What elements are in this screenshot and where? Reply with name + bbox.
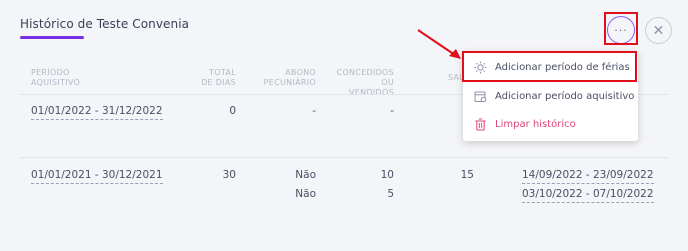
row-divider	[20, 157, 668, 158]
page-title: Histórico de Teste Convenia	[20, 17, 190, 31]
row1-abono: -	[312, 105, 316, 117]
history-panel: Histórico de Teste Convenia PERÍODO AQUI…	[0, 0, 688, 251]
row2-abono-1: Não	[295, 169, 316, 181]
row2-concedidos-2: 5	[387, 188, 394, 200]
menu-item-label: Limpar histórico	[495, 118, 576, 130]
menu-item-clear-history[interactable]: Limpar histórico	[463, 110, 638, 138]
annotation-highlight-menu-item	[462, 51, 637, 82]
row2-abono-2: Não	[295, 188, 316, 200]
annotation-highlight-more	[604, 12, 638, 45]
header-periodo-line1: PERÍODO	[31, 68, 70, 77]
menu-item-add-acquisition[interactable]: Adicionar período aquisitivo	[463, 82, 638, 110]
header-periodo-line2: AQUISITIVO	[31, 78, 81, 87]
calendar-icon	[473, 89, 487, 103]
row2-concedidos-1: 10	[380, 169, 394, 181]
row1-total: 0	[229, 105, 236, 117]
row2-saldo: 15	[460, 169, 474, 181]
row2-ferias-1-link[interactable]: 14/09/2022 - 23/09/2022	[522, 169, 654, 184]
title-underline	[20, 36, 84, 39]
header-abono-line2: PECUNIÁRIO	[263, 78, 316, 87]
trash-icon	[473, 117, 487, 131]
row2-periodo[interactable]: 01/01/2021 - 30/12/2021	[31, 169, 163, 184]
header-abono-line1: ABONO	[285, 68, 316, 77]
header-total-line1: TOTAL	[209, 68, 236, 77]
row2-periodo-link[interactable]: 01/01/2021 - 30/12/2021	[31, 169, 163, 184]
row2-ferias-2-link[interactable]: 03/10/2022 - 07/10/2022	[522, 188, 654, 203]
header-total-line2: DE DIAS	[201, 78, 236, 87]
row1-periodo[interactable]: 01/01/2022 - 31/12/2022	[31, 105, 163, 120]
menu-item-label: Adicionar período aquisitivo	[495, 90, 635, 102]
annotation-arrow-icon	[417, 29, 461, 59]
header-concedidos-line1: CONCEDIDOS OU	[336, 68, 394, 87]
row1-concedidos: -	[390, 105, 394, 117]
row2-ferias-1[interactable]: 14/09/2022 - 23/09/2022	[522, 169, 654, 184]
header-abono: ABONO PECUNIÁRIO	[262, 68, 316, 88]
row1-periodo-link[interactable]: 01/01/2022 - 31/12/2022	[31, 105, 163, 120]
close-button[interactable]: ✕	[645, 17, 672, 44]
row2-total: 30	[222, 169, 236, 181]
header-periodo: PERÍODO AQUISITIVO	[31, 68, 80, 88]
row2-ferias-2[interactable]: 03/10/2022 - 07/10/2022	[522, 188, 654, 203]
header-concedidos-line2: VENDIDOS	[349, 88, 394, 97]
header-total: TOTAL DE DIAS	[196, 68, 236, 88]
